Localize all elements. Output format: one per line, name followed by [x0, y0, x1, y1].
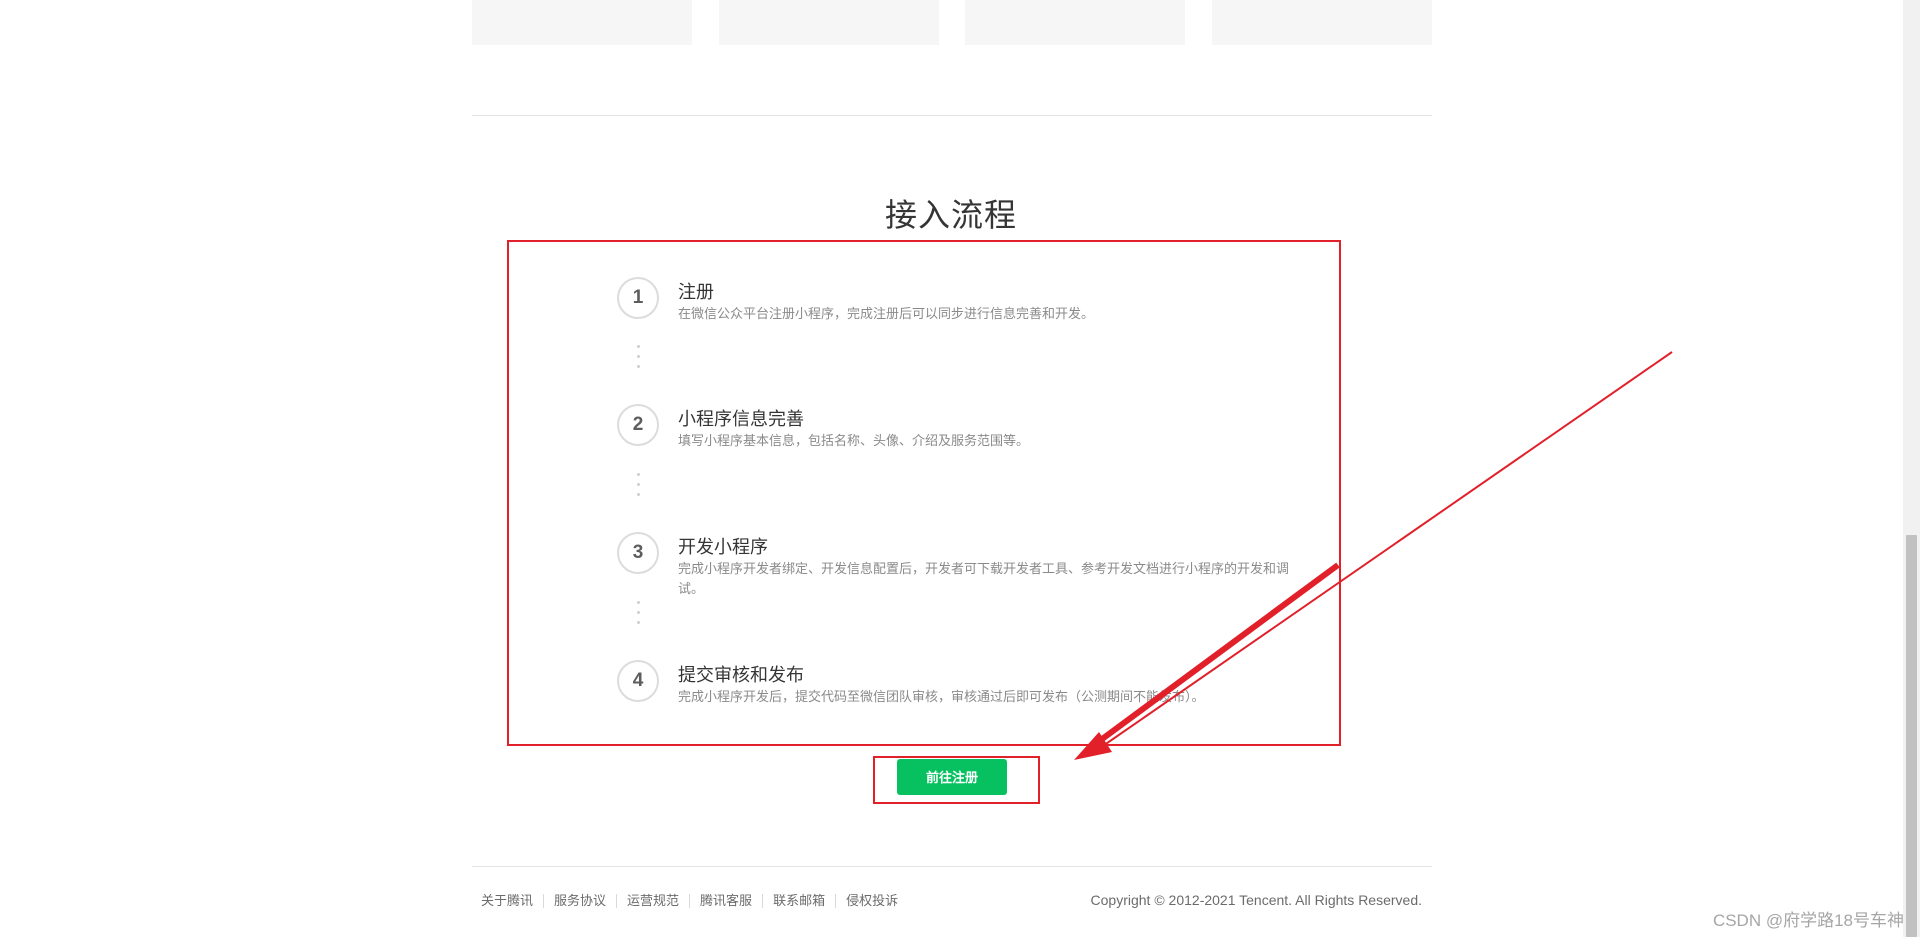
- copyright-text: Copyright © 2012-2021 Tencent. All Right…: [1090, 892, 1422, 908]
- step-connector-dots: [637, 601, 640, 631]
- footer-link-operation-rules[interactable]: 运营规范: [616, 894, 689, 908]
- section-divider-footer: [472, 866, 1432, 867]
- section-title: 接入流程: [884, 197, 1017, 233]
- footer-link-customer-service[interactable]: 腾讯客服: [689, 894, 762, 908]
- step-description: 在微信公众平台注册小程序，完成注册后可以同步进行信息完善和开发。: [678, 306, 1095, 321]
- step-title: 开发小程序: [678, 537, 768, 557]
- vertical-scrollbar[interactable]: [1903, 0, 1920, 937]
- step-connector-dots: [637, 473, 640, 503]
- csdn-watermark: CSDN @府学路18号车神: [1712, 911, 1904, 930]
- scrollbar-thumb[interactable]: [1906, 535, 1917, 937]
- step-description: 完成小程序开发者绑定、开发信息配置后，开发者可下载开发者工具、参考开发文档进行小…: [678, 561, 1290, 596]
- go-register-button[interactable]: 前往注册: [897, 759, 1007, 795]
- step-description: 填写小程序基本信息，包括名称、头像、介绍及服务范围等。: [678, 433, 1030, 448]
- footer-link-about[interactable]: 关于腾讯: [472, 894, 543, 908]
- step-number-circle: 3: [617, 532, 659, 574]
- feature-card-3: [965, 0, 1185, 45]
- step-number-circle: 4: [617, 660, 659, 702]
- footer-link-infringement-complaint[interactable]: 侵权投诉: [835, 894, 908, 908]
- feature-card-4: [1212, 0, 1432, 45]
- step-title: 小程序信息完善: [678, 409, 804, 429]
- step-number-circle: 1: [617, 277, 659, 319]
- feature-card-2: [719, 0, 939, 45]
- top-card-row: [472, 0, 1432, 45]
- step-title: 注册: [678, 282, 714, 302]
- footer-links: 关于腾讯 服务协议 运营规范 腾讯客服 联系邮箱 侵权投诉: [472, 891, 908, 911]
- feature-card-1: [472, 0, 692, 45]
- footer-link-contact-email[interactable]: 联系邮箱: [762, 894, 835, 908]
- footer-link-service-agreement[interactable]: 服务协议: [543, 894, 616, 908]
- step-description: 完成小程序开发后，提交代码至微信团队审核，审核通过后即可发布（公测期间不能发布）…: [678, 689, 1205, 704]
- section-divider-top: [472, 115, 1432, 116]
- step-connector-dots: [637, 345, 640, 375]
- step-title: 提交审核和发布: [678, 665, 804, 685]
- step-number-circle: 2: [617, 404, 659, 446]
